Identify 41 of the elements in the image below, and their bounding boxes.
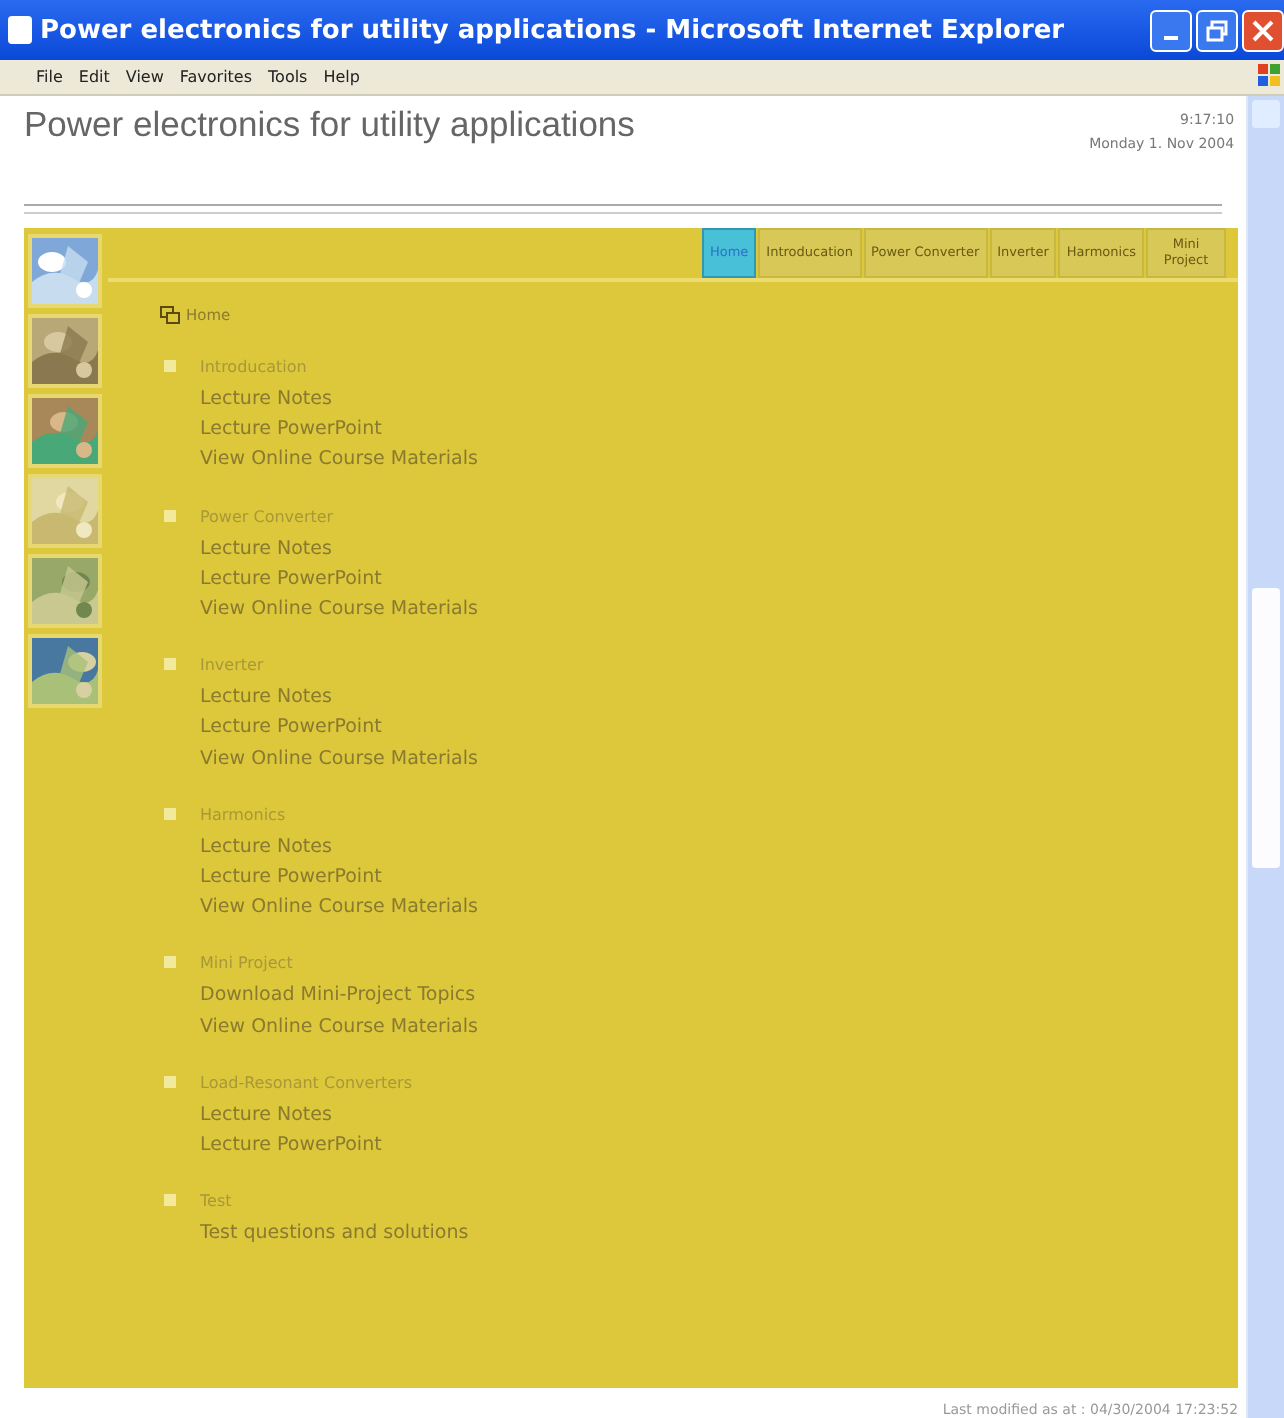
course-link[interactable]: Lecture PowerPoint bbox=[200, 414, 1239, 445]
bullet-icon bbox=[164, 1194, 176, 1207]
course-link[interactable]: Lecture Notes bbox=[200, 682, 1239, 713]
close-button[interactable] bbox=[1242, 9, 1284, 51]
bullet-icon bbox=[164, 360, 176, 372]
menu-item[interactable]: Edit bbox=[78, 68, 110, 86]
page-title: Power electronics for utility applications bbox=[24, 104, 635, 148]
menu-item[interactable]: File bbox=[36, 68, 63, 86]
course-link[interactable]: Lecture PowerPoint bbox=[200, 563, 1239, 595]
menu-item[interactable]: View bbox=[125, 68, 164, 86]
bullet-icon bbox=[164, 807, 176, 820]
course-link[interactable]: View Online Course Materials bbox=[200, 743, 1239, 774]
course-link[interactable]: Lecture PowerPoint bbox=[200, 862, 1239, 893]
course-link[interactable]: Download Mini-Project Topics bbox=[200, 980, 1239, 1012]
course-link[interactable]: Lecture Notes bbox=[200, 1099, 1239, 1131]
menu-item[interactable]: Tools bbox=[268, 68, 308, 86]
course-link[interactable]: Lecture Notes bbox=[200, 384, 1239, 415]
pages-icon bbox=[160, 306, 180, 324]
bullet-icon bbox=[164, 509, 176, 522]
course-link[interactable]: View Online Course Materials bbox=[200, 594, 1239, 625]
course-link[interactable]: Test questions and solutions bbox=[200, 1218, 1239, 1249]
restore-button[interactable] bbox=[1196, 9, 1238, 51]
window-title: Power electronics for utility applications - Microsoft Internet Explorer bbox=[40, 15, 1067, 45]
close-icon bbox=[1252, 19, 1274, 41]
scrollbar[interactable] bbox=[1246, 96, 1284, 1418]
windows-logo-icon bbox=[1256, 62, 1284, 90]
course-link[interactable]: Lecture PowerPoint bbox=[200, 1130, 1239, 1161]
course-link[interactable]: Lecture Notes bbox=[200, 533, 1239, 564]
minimize-button[interactable] bbox=[1150, 9, 1192, 51]
menu-item[interactable]: Favorites bbox=[179, 68, 253, 86]
course-link[interactable]: Lecture Notes bbox=[200, 831, 1239, 863]
course-link[interactable]: View Online Course Materials bbox=[200, 444, 1239, 476]
course-link[interactable]: Lecture PowerPoint bbox=[200, 712, 1239, 744]
bullet-icon bbox=[164, 1075, 176, 1088]
restore-icon bbox=[1206, 19, 1228, 41]
course-link[interactable]: View Online Course Materials bbox=[200, 892, 1239, 923]
course-link[interactable]: View Online Course Materials bbox=[200, 1011, 1239, 1042]
bullet-icon bbox=[164, 658, 176, 671]
menu-item[interactable]: Help bbox=[323, 68, 360, 86]
minimize-icon bbox=[1164, 35, 1178, 39]
bullet-icon bbox=[164, 956, 176, 969]
